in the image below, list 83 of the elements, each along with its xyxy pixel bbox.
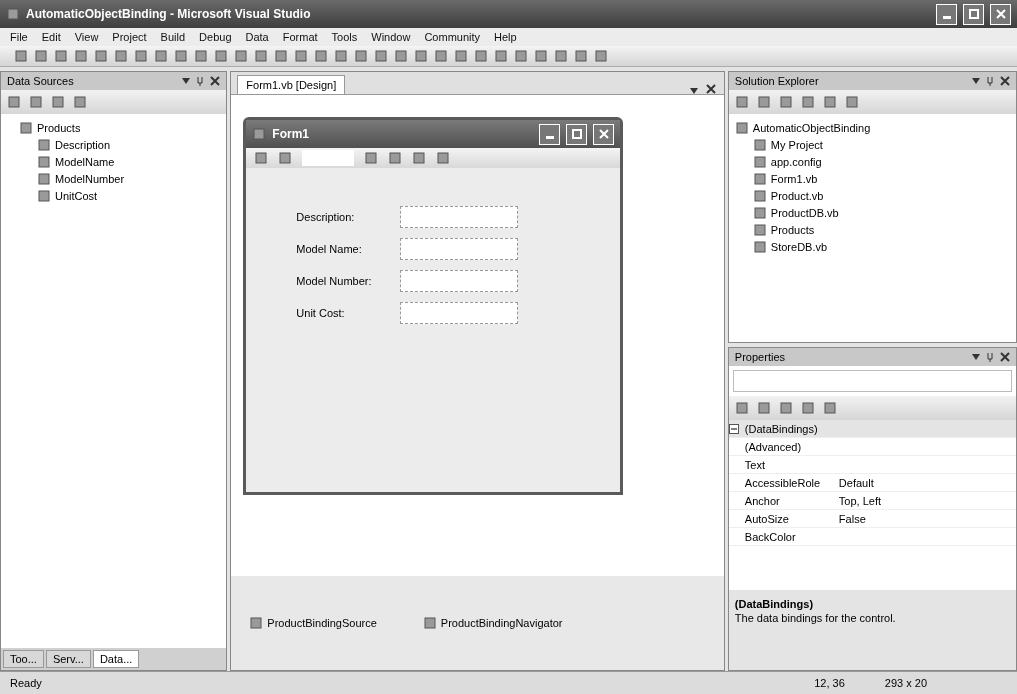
close-icon[interactable] (705, 84, 716, 94)
close-button[interactable] (593, 123, 615, 145)
minimize-icon (942, 15, 951, 19)
text-field[interactable] (400, 302, 519, 324)
panel-tab[interactable]: Serv... (45, 650, 91, 668)
pin-icon[interactable] (986, 76, 994, 86)
minimize-button[interactable] (539, 123, 561, 145)
status-text: Ready (10, 677, 43, 689)
close-icon (995, 9, 1006, 19)
menu-item[interactable]: Project (112, 31, 147, 43)
menu-item[interactable]: Format (282, 31, 318, 43)
close-icon[interactable] (1000, 352, 1010, 362)
form-title: Form1 (272, 127, 310, 141)
menu-item[interactable]: Help (494, 31, 517, 43)
pin-icon[interactable] (196, 76, 205, 86)
close-icon[interactable] (1000, 76, 1010, 86)
tree-item[interactable]: UnitCost (55, 189, 98, 202)
dropdown-icon[interactable] (972, 354, 980, 360)
collapse-icon[interactable] (728, 423, 739, 434)
property-name[interactable]: Anchor (744, 494, 839, 507)
tree-item[interactable]: AutomaticObjectBinding (752, 121, 871, 134)
menu-item[interactable]: Build (160, 31, 186, 43)
property-value[interactable]: Default (838, 476, 1016, 489)
tree-item[interactable]: Product.vb (770, 189, 824, 202)
tree-item[interactable]: ModelName (55, 155, 115, 168)
menu-item[interactable]: Tools (331, 31, 358, 43)
panel-tab[interactable]: Too... (3, 650, 44, 668)
property-value[interactable]: False (838, 512, 1016, 525)
tree-item[interactable]: My Project (770, 138, 823, 151)
menu-item[interactable]: Debug (199, 31, 232, 43)
property-name[interactable]: Text (744, 458, 839, 471)
menu-item[interactable]: Edit (41, 31, 61, 43)
tree-item[interactable]: Products (37, 121, 81, 134)
description-text: The data bindings for the control. (734, 612, 897, 624)
close-button[interactable] (990, 3, 1011, 25)
panel-title: Data Sources (7, 75, 75, 87)
close-icon (598, 129, 609, 139)
text-field[interactable] (400, 270, 519, 292)
tree-item[interactable]: Description (55, 138, 111, 151)
menu-item[interactable]: Community (424, 31, 481, 43)
maximize-icon (571, 129, 582, 139)
field-label: Description: (296, 211, 356, 223)
text-field[interactable] (400, 238, 519, 260)
position-field[interactable] (302, 150, 355, 166)
tree-item[interactable]: StoreDB.vb (770, 240, 828, 253)
menu-item[interactable]: Data (245, 31, 269, 43)
maximize-icon (968, 9, 979, 19)
property-category: (DataBindings) (744, 422, 819, 435)
panel-title: Solution Explorer (734, 75, 820, 87)
maximize-button[interactable] (963, 3, 984, 25)
minimize-button[interactable] (936, 3, 957, 25)
property-name[interactable]: BackColor (744, 530, 839, 543)
component-label[interactable]: ProductBindingNavigator (440, 617, 563, 629)
selection-size: 293 x 20 (884, 677, 927, 689)
minimize-icon (545, 135, 554, 139)
window-title: AutomaticObjectBinding - Microsoft Visual Studio (26, 7, 312, 21)
property-name[interactable]: AccessibleRole (744, 476, 839, 489)
text-field[interactable] (400, 206, 519, 228)
close-icon[interactable] (210, 76, 221, 86)
dropdown-icon[interactable] (182, 78, 191, 84)
menu-item[interactable]: Window (371, 31, 411, 43)
tree-item[interactable]: Products (770, 223, 815, 236)
menu-item[interactable]: View (74, 31, 99, 43)
panel-tab[interactable]: Data... (92, 650, 140, 668)
field-label: Model Number: (296, 275, 373, 287)
tree-item[interactable]: app.config (770, 155, 822, 168)
component-label[interactable]: ProductBindingSource (267, 617, 377, 629)
property-name[interactable]: (Advanced) (744, 440, 839, 453)
tree-item[interactable]: ModelNumber (55, 172, 125, 185)
menu-item[interactable]: File (10, 31, 28, 43)
field-label: Unit Cost: (296, 307, 346, 319)
panel-title: Properties (734, 351, 786, 363)
property-name[interactable]: AutoSize (744, 512, 839, 525)
tree-item[interactable]: Form1.vb (770, 172, 818, 185)
description-title: (DataBindings) (734, 598, 815, 610)
dropdown-icon[interactable] (972, 78, 980, 84)
document-tab[interactable]: Form1.vb [Design] (237, 75, 346, 94)
property-value[interactable]: Top, Left (838, 494, 1016, 507)
tree-item[interactable]: ProductDB.vb (770, 206, 839, 219)
field-label: Model Name: (296, 243, 363, 255)
maximize-button[interactable] (566, 123, 588, 145)
pin-icon[interactable] (986, 352, 994, 362)
cursor-position: 12, 36 (814, 677, 845, 689)
